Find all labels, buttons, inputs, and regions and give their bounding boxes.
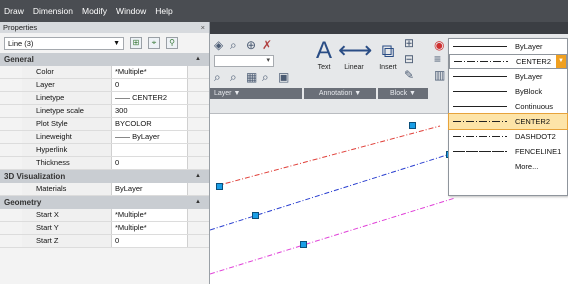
color-wheel-icon[interactable]: ◉	[434, 38, 444, 52]
properties-title: Properties	[3, 23, 38, 32]
prop-row-linetype[interactable]: Linetype —— CENTER2	[0, 92, 209, 105]
menu-modify[interactable]: Modify	[82, 6, 107, 16]
lineweight-icon[interactable]: ▥	[434, 68, 445, 82]
select-objects-icon[interactable]: ⌖	[148, 37, 160, 49]
linetype-dropdown[interactable]: ByLayer CENTER2 ▼ ByLayer ByBlock Contin…	[448, 38, 568, 196]
linear-dimension-icon: ⟷	[338, 37, 373, 64]
linetype-option-more[interactable]: More...	[449, 159, 567, 174]
prop-row-materials[interactable]: Materials ByLayer	[0, 183, 209, 196]
linetype-sample	[453, 46, 507, 47]
prop-row-plot-style[interactable]: Plot Style BYCOLOR	[0, 118, 209, 131]
chevron-down-icon[interactable]: ▼	[556, 55, 566, 68]
layer-off-icon[interactable]: ✗	[262, 38, 272, 52]
layer-search-icon[interactable]: ⌕	[230, 38, 237, 53]
menu-draw[interactable]: Draw	[4, 6, 24, 16]
menu-dimension[interactable]: Dimension	[33, 6, 73, 16]
quick-select-icon[interactable]: ⚲	[166, 37, 178, 49]
layer-match-icon[interactable]: ⊕	[246, 38, 256, 52]
layer-panel-label[interactable]: Layer ▼	[210, 88, 302, 99]
toggle-pickadd-icon[interactable]: ⊞	[130, 37, 142, 49]
selection-value: Line (3)	[8, 38, 34, 48]
line-red	[215, 125, 441, 187]
layer-freeze-icon[interactable]: ⌕	[230, 70, 237, 85]
annotation-panel-label[interactable]: Annotation ▼	[304, 88, 376, 99]
line-blue	[209, 153, 451, 231]
text-icon: A	[315, 37, 332, 64]
linetype-current-combo[interactable]: CENTER2 ▼	[449, 54, 567, 69]
text-button[interactable]: A Text	[310, 37, 338, 72]
block-create-icon[interactable]: ⊞	[404, 36, 414, 50]
prop-row-thickness[interactable]: Thickness 0	[0, 157, 209, 170]
insert-block-button[interactable]: ⧉ Insert	[374, 38, 402, 71]
line-magenta	[209, 197, 456, 275]
grip-red-start[interactable]	[216, 183, 223, 190]
linear-dimension-button[interactable]: ⟷ Linear	[338, 37, 373, 72]
layer-combo[interactable]: ▾	[214, 55, 274, 67]
prop-row-linetype-scale[interactable]: Linetype scale 300	[0, 105, 209, 118]
collapse-icon: ▲	[195, 173, 201, 179]
block-edit-icon[interactable]: ⊟	[404, 52, 414, 66]
prop-row-start-y[interactable]: Start Y *Multiple*	[0, 222, 209, 235]
block-attrib-icon[interactable]: ✎	[404, 68, 414, 82]
grip-blue-mid[interactable]	[252, 212, 259, 219]
linetype-option-continuous[interactable]: Continuous	[449, 99, 567, 114]
prop-row-start-x[interactable]: Start X *Multiple*	[0, 209, 209, 222]
prop-row-start-z[interactable]: Start Z0	[0, 235, 209, 248]
layer-walk-icon[interactable]: ⌕	[262, 70, 269, 85]
selection-dropdown[interactable]: Line (3) ▼	[4, 36, 124, 50]
menu-help[interactable]: Help	[155, 6, 172, 16]
chevron-down-icon: ▼	[113, 39, 120, 47]
linetype-sample	[454, 61, 508, 62]
block-panel-label[interactable]: Block ▼	[378, 88, 428, 99]
collapse-icon: ▲	[195, 56, 201, 62]
section-3d-visualization[interactable]: 3D Visualization ▲	[0, 170, 209, 183]
section-geometry[interactable]: Geometry ▲	[0, 196, 209, 209]
layer-state-icon[interactable]: ⌕	[214, 70, 221, 85]
grip-red-mid[interactable]	[409, 122, 416, 129]
prop-row-layer[interactable]: Layer 0	[0, 79, 209, 92]
properties-palette: Properties × Line (3) ▼ ⊞ ⌖ ⚲ General ▲ …	[0, 22, 210, 284]
menu-bar: Draw Dimension Modify Window Help	[0, 0, 568, 22]
insert-block-icon: ⧉	[381, 41, 395, 61]
prop-row-color[interactable]: Color *Multiple*	[0, 66, 209, 79]
collapse-icon: ▲	[195, 199, 201, 205]
selection-row: Line (3) ▼ ⊞ ⌖ ⚲	[0, 33, 209, 53]
ribbon-tab-strip	[210, 22, 568, 34]
layer-tool-icon[interactable]: ◈	[214, 38, 223, 52]
general-rows: Color *Multiple* Layer 0 Linetype —— CENTER…	[0, 66, 209, 170]
prop-row-lineweight[interactable]: Lineweight —— ByLayer	[0, 131, 209, 144]
layer-merge-icon[interactable]: ▣	[278, 70, 289, 84]
linetype-option-center2[interactable]: CENTER2	[448, 113, 568, 130]
linetype-top-value[interactable]: ByLayer	[449, 39, 567, 54]
grip-magenta-mid[interactable]	[300, 241, 307, 248]
linetype-option-dashdot2[interactable]: DASHDOT2	[449, 129, 567, 144]
close-icon[interactable]: ×	[201, 22, 205, 33]
prop-row-hyperlink[interactable]: Hyperlink	[0, 144, 209, 157]
linetype-option-fenceline1[interactable]: FENCELINE1	[449, 144, 567, 159]
layer-iso-icon[interactable]: ▦	[246, 70, 257, 84]
properties-title-bar: Properties ×	[0, 22, 209, 33]
linetype-icon[interactable]: ≡	[434, 52, 441, 66]
linetype-option-bylayer[interactable]: ByLayer	[449, 69, 567, 84]
section-general[interactable]: General ▲	[0, 53, 209, 66]
menu-window[interactable]: Window	[116, 6, 146, 16]
linetype-option-byblock[interactable]: ByBlock	[449, 84, 567, 99]
